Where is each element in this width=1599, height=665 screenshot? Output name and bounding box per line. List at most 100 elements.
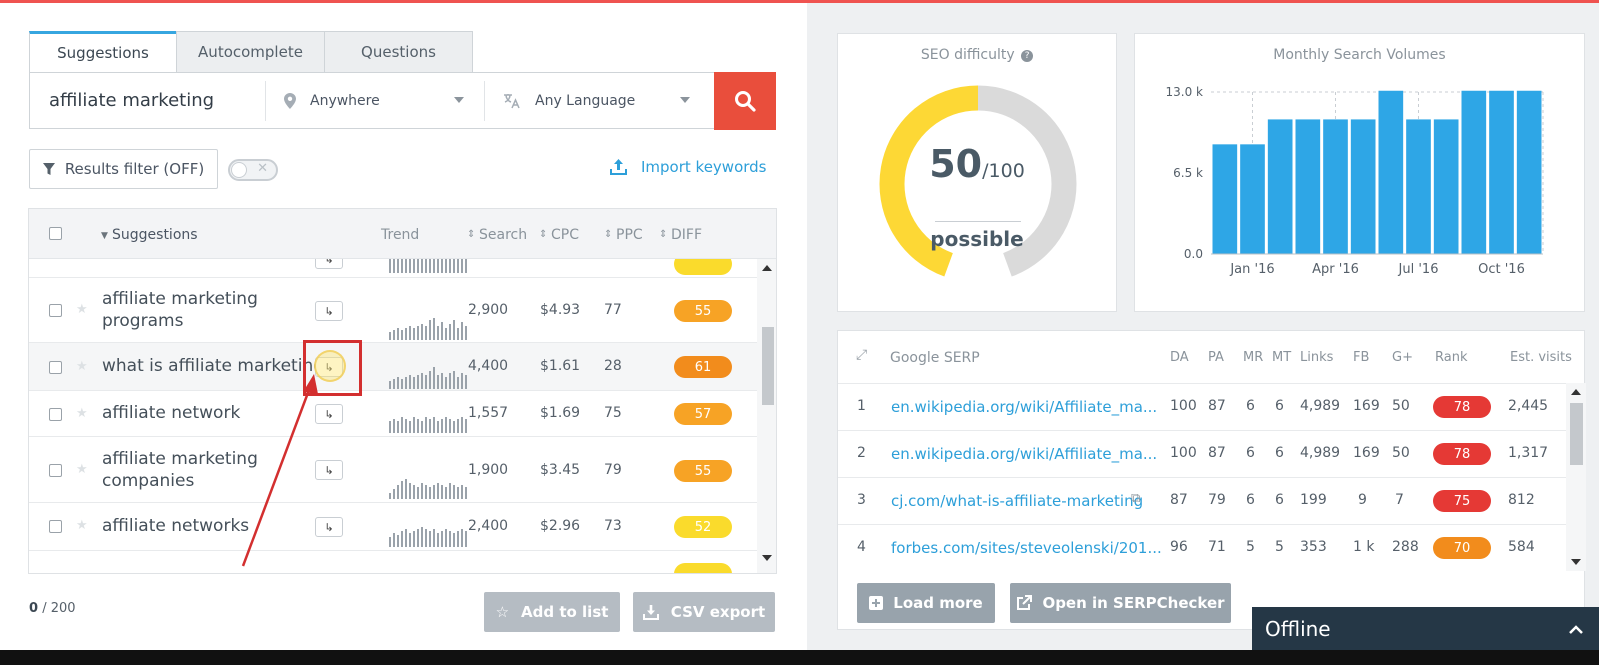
rank-badge: 78 [1433,443,1491,465]
serp-links: 4,989 [1300,398,1341,414]
serp-visits: 1,317 [1508,445,1549,461]
serp-row: 4 forbes.com/sites/steveolenski/201... 9… [838,524,1566,571]
bar [1350,119,1376,255]
serp-position: 2 [857,445,866,461]
serp-mr: 6 [1246,445,1255,461]
csv-export-label: CSV export [670,603,766,621]
bar [1240,144,1265,254]
serp-pa: 87 [1208,445,1226,461]
difficulty-score: 50/100 [929,142,1025,186]
bar [1461,90,1487,254]
serp-pa: 87 [1208,398,1226,414]
serp-pa: 79 [1208,492,1226,508]
bottom-bar [0,650,1599,665]
add-to-list-label: Add to list [521,603,609,621]
plus-square-icon [869,596,884,610]
bar [1489,90,1514,254]
rank-badge: 75 [1433,490,1491,512]
serp-position: 3 [857,492,866,508]
scroll-down-icon[interactable] [1571,559,1581,565]
col-pa: PA [1208,350,1224,365]
serp-fb: 169 [1353,398,1380,414]
serp-visits: 2,445 [1508,398,1549,414]
monthly-search-volumes-card: Monthly Search Volumes 13.0 k 6.5 k 0.0 Jan… [1134,33,1585,312]
serp-gplus: 50 [1392,445,1410,461]
open-in-serpchecker-button[interactable]: Open in SERPChecker [1010,583,1231,623]
serp-da: 100 [1170,398,1197,414]
annotation-arrow [241,374,318,567]
bar [1267,119,1293,255]
col-da: DA [1170,350,1189,365]
col-mt: MT [1272,350,1292,365]
star-icon: ☆ [495,603,510,621]
y-tick-label: 13.0 k [1166,85,1204,99]
bar [1433,119,1459,255]
download-icon [642,604,659,620]
serp-url[interactable]: en.wikipedia.org/wiki/Affiliate_ma... [891,445,1157,463]
load-more-button[interactable]: Load more [857,583,995,623]
external-link-icon[interactable]: ⧉ [1131,491,1140,506]
x-tick-label: Apr '16 [1312,262,1359,277]
serp-scrollbar[interactable] [1566,383,1586,571]
serp-row: 1 en.wikipedia.org/wiki/Affiliate_ma... … [838,383,1566,430]
col-links: Links [1300,350,1334,365]
bar [1323,119,1348,255]
bar [1295,119,1321,255]
chat-status: Offline [1265,616,1331,641]
serp-gplus: 50 [1392,398,1410,414]
serp-mr: 5 [1246,539,1255,555]
serp-gplus: 7 [1395,492,1404,508]
col-google-serp: Google SERP [890,350,980,366]
chat-widget[interactable]: Offline [1252,607,1599,650]
serp-results: 1 en.wikipedia.org/wiki/Affiliate_ma... … [838,383,1566,571]
serp-position: 1 [857,398,866,414]
external-link-icon [1017,595,1033,610]
serp-fb: 9 [1358,492,1367,508]
chevron-up-icon[interactable] [1569,624,1583,634]
rank-badge: 78 [1433,396,1491,418]
open-in-serpchecker-label: Open in SERPChecker [1042,594,1225,612]
serp-da: 96 [1170,539,1188,555]
y-tick-label: 0.0 [1184,247,1203,261]
serp-mr: 6 [1246,492,1255,508]
x-tick-label: Jan '16 [1229,262,1274,277]
serp-mt: 6 [1275,445,1284,461]
col-mr: MR [1243,350,1264,365]
scroll-up-icon[interactable] [1571,389,1581,395]
serp-gplus: 288 [1392,539,1419,555]
bar [1406,119,1431,255]
serp-da: 87 [1170,492,1188,508]
serp-links: 4,989 [1300,445,1341,461]
serp-url[interactable]: forbes.com/sites/steveolenski/201... [891,539,1162,557]
serp-da: 100 [1170,445,1197,461]
google-serp-card: ⤢ Google SERP DA PA MR MT Links FB G+ Ra… [837,330,1586,630]
serp-links: 353 [1300,539,1327,555]
csv-export-button[interactable]: CSV export [633,592,775,632]
serp-position: 4 [857,539,866,555]
col-est-visits: Est. visits [1510,350,1572,365]
col-gplus: G+ [1392,350,1413,365]
serp-visits: 812 [1508,492,1535,508]
selection-count: 0 / 200 [29,601,76,616]
serp-mt: 6 [1275,492,1284,508]
x-tick-label: Jul '16 [1398,262,1439,277]
serp-url[interactable]: cj.com/what-is-affiliate-marketing [891,492,1143,510]
rank-badge: 70 [1433,537,1491,559]
serp-mt: 5 [1275,539,1284,555]
serp-header: ⤢ Google SERP DA PA MR MT Links FB G+ Ra… [838,331,1586,383]
serp-mt: 6 [1275,398,1284,414]
expand-icon[interactable]: ⤢ [856,347,867,363]
serp-row: 3 cj.com/what-is-affiliate-marketing ⧉ 8… [838,477,1566,524]
serp-pa: 71 [1208,539,1226,555]
seo-difficulty-card: SEO difficulty ? 50/100 possible [837,33,1117,312]
serp-url[interactable]: en.wikipedia.org/wiki/Affiliate_ma... [891,398,1157,416]
col-rank: Rank [1435,350,1468,365]
load-more-label: Load more [893,594,983,612]
serp-visits: 584 [1508,539,1535,555]
scroll-thumb[interactable] [1570,403,1583,465]
col-fb: FB [1353,350,1370,365]
divider [935,221,1021,222]
add-to-list-button[interactable]: ☆ Add to list [484,592,620,632]
serp-links: 199 [1300,492,1327,508]
serp-fb: 169 [1353,445,1380,461]
